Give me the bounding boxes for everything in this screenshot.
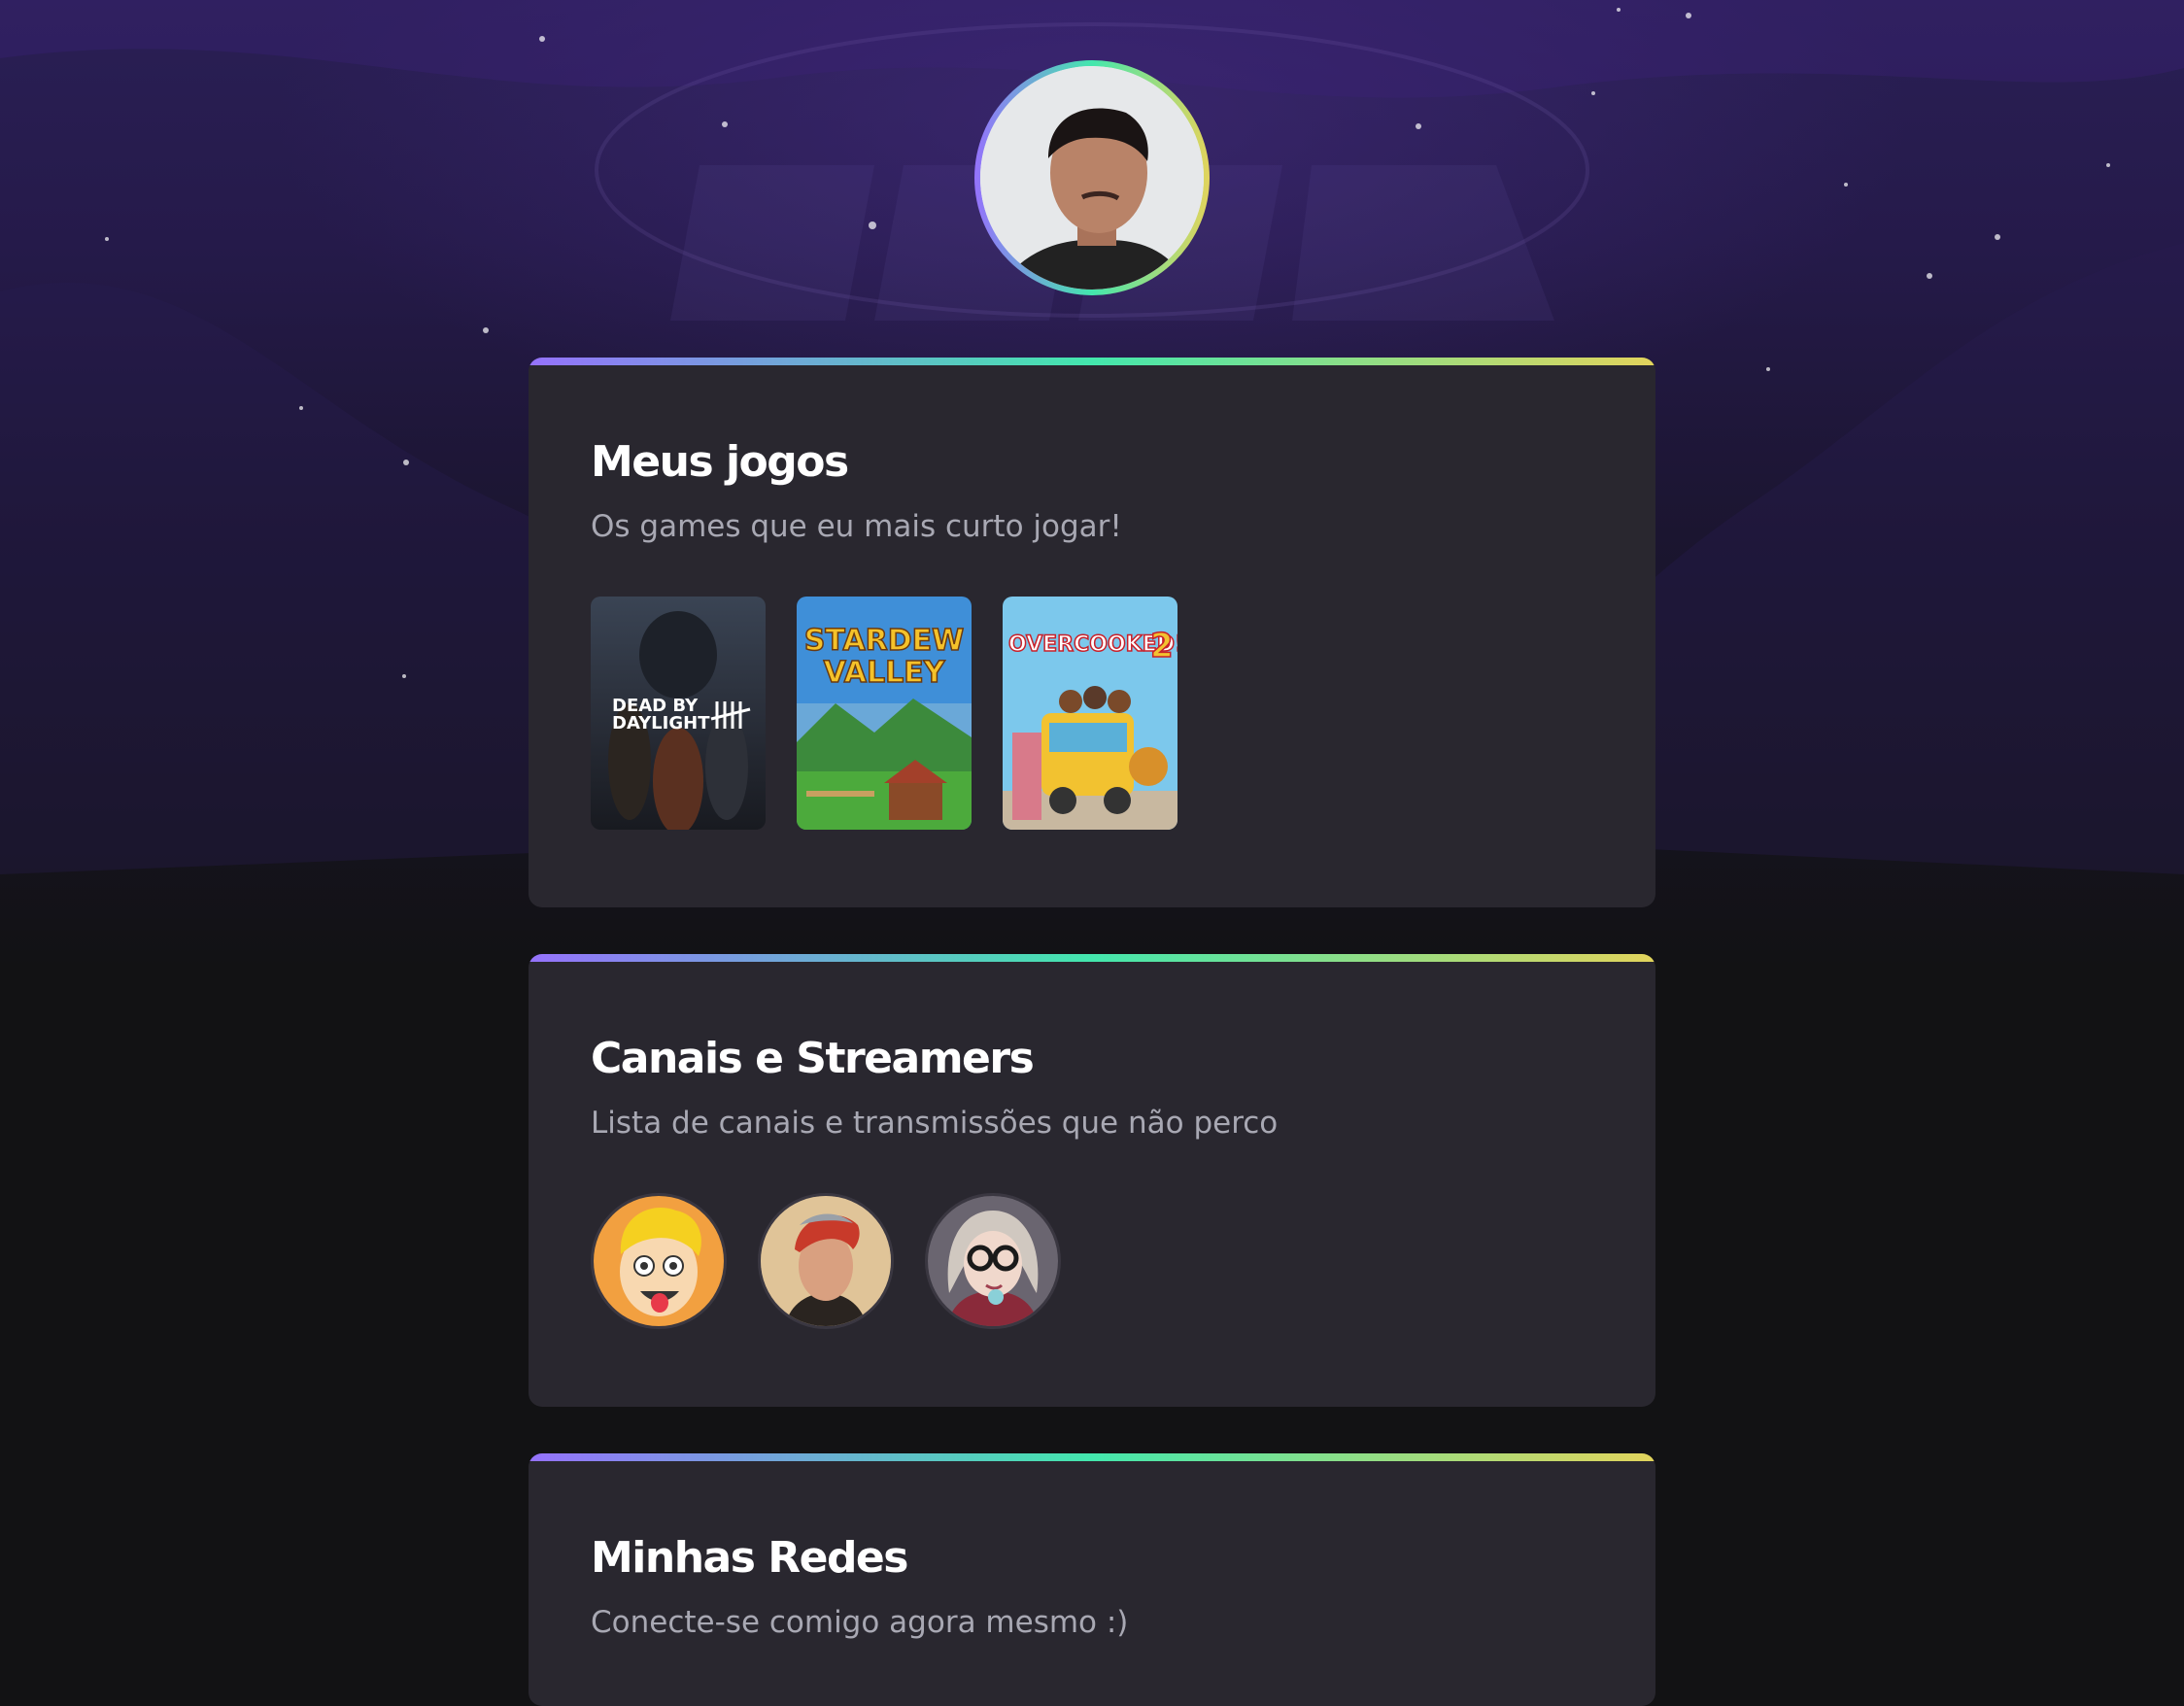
social-title: Minhas Redes — [591, 1533, 908, 1583]
game-cover-stardew-valley[interactable]: STARDEW VALLEY — [797, 597, 972, 830]
streamer-avatar-2[interactable] — [758, 1193, 894, 1329]
streamer-avatar-3[interactable] — [925, 1193, 1061, 1329]
game-cover-text: DAYLIGHT — [612, 713, 710, 734]
streamers-card: Canais e Streamers Lista de canais e tra… — [529, 954, 1655, 1407]
redhair-man-avatar-icon — [761, 1196, 891, 1326]
game-cover-text: VALLEY — [824, 656, 946, 690]
games-title: Meus jogos — [591, 437, 849, 487]
streamers-subtitle: Lista de canais e transmissões que não p… — [591, 1106, 1279, 1141]
card-gradient-bar — [529, 1453, 1655, 1461]
card-gradient-bar — [529, 954, 1655, 962]
glasses-girl-avatar-icon — [928, 1196, 1058, 1326]
games-card: Meus jogos Os games que eu mais curto jo… — [529, 358, 1655, 907]
social-card: Minhas Redes Conecte-se comigo agora mes… — [529, 1453, 1655, 1706]
streamers-title: Canais e Streamers — [591, 1034, 1035, 1083]
game-cover-text: 2 — [1150, 627, 1174, 665]
card-gradient-bar — [529, 358, 1655, 365]
game-cover-dead-by-daylight[interactable]: DEAD BY DAYLIGHT — [591, 597, 766, 830]
games-subtitle: Os games que eu mais curto jogar! — [591, 509, 1122, 544]
game-cover-text: STARDEW — [804, 624, 965, 658]
profile-photo-icon — [980, 66, 1204, 290]
cartoon-boy-avatar-icon — [594, 1196, 724, 1326]
profile-avatar — [974, 60, 1210, 295]
game-cover-overcooked-2[interactable]: OVERCOOKED! 2 — [1003, 597, 1177, 830]
social-subtitle: Conecte-se comigo agora mesmo :) — [591, 1605, 1129, 1640]
streamer-avatar-1[interactable] — [591, 1193, 727, 1329]
